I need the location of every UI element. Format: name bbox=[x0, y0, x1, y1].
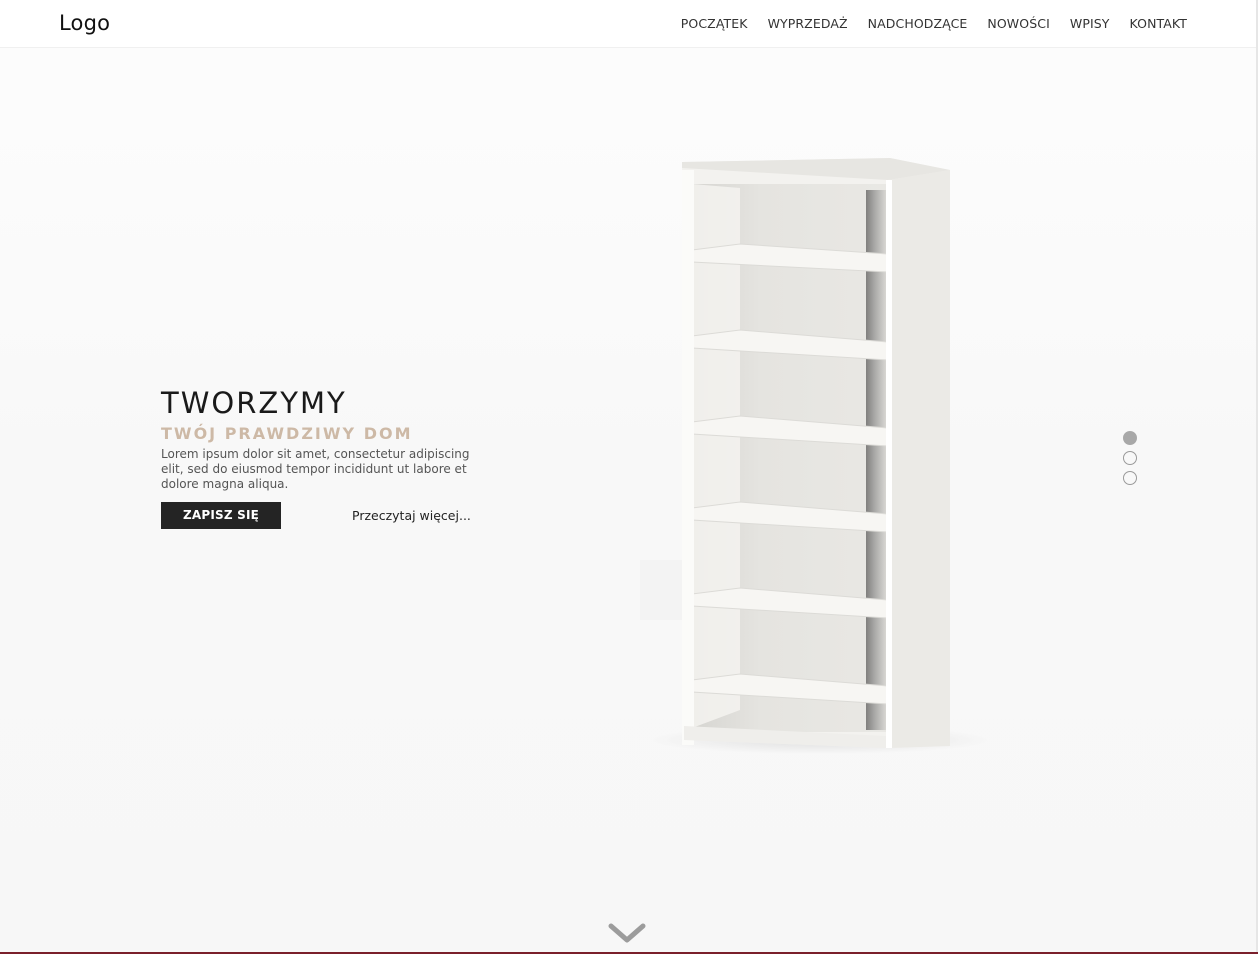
slider-dots bbox=[1123, 431, 1137, 485]
logo[interactable]: Logo bbox=[59, 11, 110, 35]
nav-item-kontakt[interactable]: KONTAKT bbox=[1130, 16, 1187, 31]
hero-subtitle: TWÓJ PRAWDZIWY DOM bbox=[161, 424, 413, 443]
nav-item-wpisy[interactable]: WPISY bbox=[1070, 16, 1110, 31]
page: Logo POCZĄTEK WYPRZEDAŻ NADCHODZĄCE NOWO… bbox=[0, 0, 1258, 954]
slider-dot-3[interactable] bbox=[1123, 471, 1137, 485]
site-header: Logo POCZĄTEK WYPRZEDAŻ NADCHODZĄCE NOWO… bbox=[0, 0, 1258, 48]
nav-item-nadchodzace[interactable]: NADCHODZĄCE bbox=[868, 16, 968, 31]
slider-dot-1[interactable] bbox=[1123, 431, 1137, 445]
read-more-link[interactable]: Przeczytaj więcej... bbox=[352, 508, 471, 523]
slider-dot-2[interactable] bbox=[1123, 451, 1137, 465]
hero-text: TWORZYMY TWÓJ PRAWDZIWY DOM Lorem ipsum … bbox=[161, 386, 481, 529]
signup-button[interactable]: ZAPISZ SIĘ bbox=[161, 502, 281, 529]
nav-item-wyprzedaz[interactable]: WYPRZEDAŻ bbox=[768, 16, 848, 31]
nav-item-poczatek[interactable]: POCZĄTEK bbox=[681, 16, 748, 31]
nav-item-nowosci[interactable]: NOWOŚCI bbox=[987, 16, 1049, 31]
hero-actions: ZAPISZ SIĘ Przeczytaj więcej... bbox=[161, 502, 481, 529]
main-nav: POCZĄTEK WYPRZEDAŻ NADCHODZĄCE NOWOŚCI W… bbox=[681, 16, 1187, 31]
chevron-down-icon[interactable] bbox=[608, 922, 646, 946]
hero-title: TWORZYMY bbox=[161, 386, 347, 420]
bookshelf-image bbox=[630, 150, 1010, 760]
hero-description: Lorem ipsum dolor sit amet, consectetur … bbox=[161, 447, 470, 491]
